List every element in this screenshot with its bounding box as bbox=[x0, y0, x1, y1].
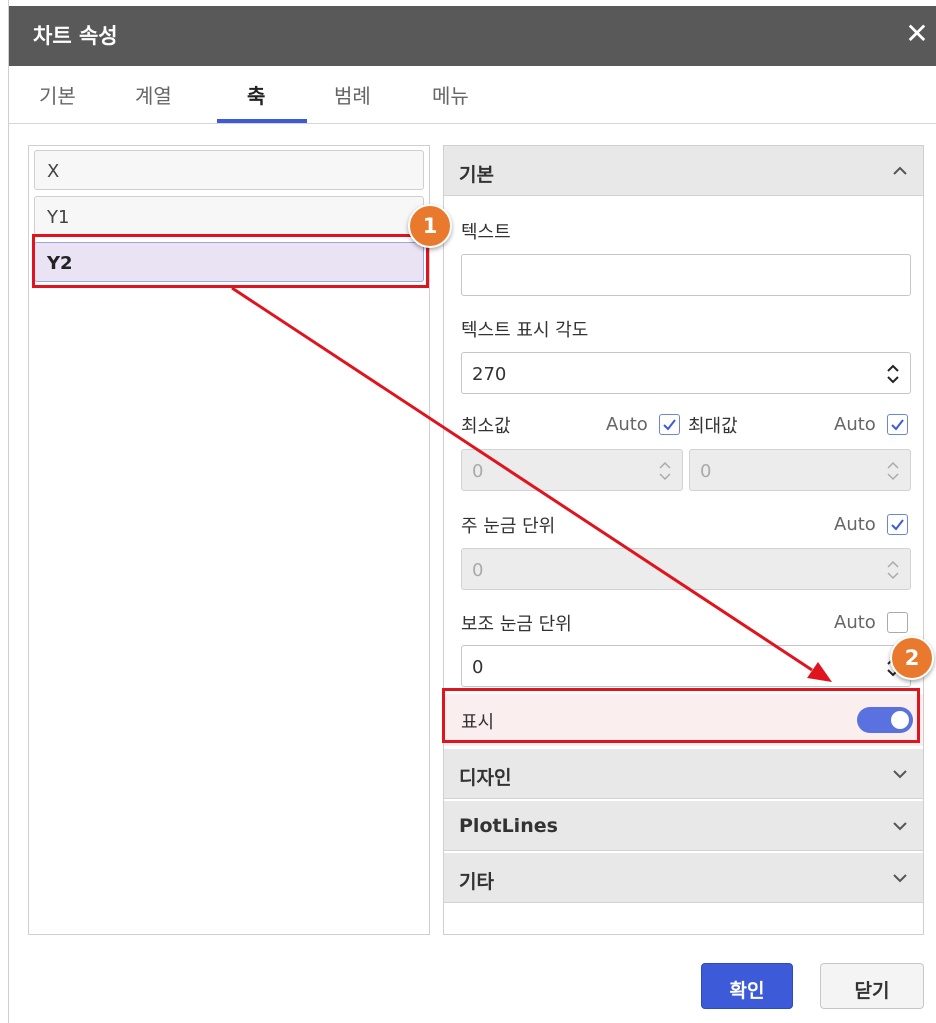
text-input[interactable] bbox=[461, 254, 911, 296]
chevron-up-icon bbox=[893, 166, 907, 175]
min-value: 0 bbox=[472, 461, 484, 482]
chevron-down-icon bbox=[893, 822, 907, 831]
text-label: 텍스트 bbox=[461, 222, 511, 243]
tab-legend[interactable]: 범례 bbox=[334, 80, 371, 109]
major-unit-input[interactable]: 0 bbox=[461, 548, 911, 590]
min-value-label: 최소값 bbox=[461, 416, 511, 437]
section-design-title: 디자인 bbox=[459, 767, 512, 789]
check-icon bbox=[891, 519, 904, 531]
text-angle-label: 텍스트 표시 각도 bbox=[461, 320, 589, 341]
check-icon bbox=[663, 419, 676, 431]
dialog-title: 차트 속성 bbox=[33, 24, 118, 48]
tab-series[interactable]: 계열 bbox=[135, 80, 172, 109]
text-angle-value: 270 bbox=[472, 364, 507, 385]
minor-auto-label: Auto bbox=[834, 612, 876, 633]
axis-properties-panel: 기본 텍스트 텍스트 표시 각도 270 최소값 Auto 최대값 Auto 0… bbox=[443, 145, 924, 935]
chevron-down-icon bbox=[893, 770, 907, 779]
spinner-icon[interactable] bbox=[886, 362, 900, 386]
section-design-header[interactable]: 디자인 bbox=[444, 749, 923, 799]
tab-axis[interactable]: 축 bbox=[247, 80, 265, 109]
chart-properties-dialog: 차트 속성 ✕ 기본 계열 축 범례 메뉴 X Y1 Y2 기본 텍스트 텍스트… bbox=[8, 0, 936, 1023]
major-auto-checkbox[interactable] bbox=[887, 514, 908, 535]
minor-unit-label: 보조 눈금 단위 bbox=[461, 614, 572, 635]
minor-auto-checkbox[interactable] bbox=[887, 612, 908, 633]
ok-button[interactable]: 확인 bbox=[701, 963, 793, 1009]
section-plotlines-title: PlotLines bbox=[459, 815, 558, 837]
section-etc-header[interactable]: 기타 bbox=[444, 853, 923, 903]
min-auto-checkbox[interactable] bbox=[659, 414, 680, 435]
dialog-titlebar: 차트 속성 ✕ bbox=[9, 6, 936, 66]
tab-basic[interactable]: 기본 bbox=[39, 80, 76, 109]
active-tab-indicator bbox=[217, 119, 307, 123]
step-2-badge: 2 bbox=[890, 636, 934, 680]
max-auto-checkbox[interactable] bbox=[887, 414, 908, 435]
max-auto-label: Auto bbox=[834, 414, 876, 435]
major-unit-label: 주 눈금 단위 bbox=[461, 516, 556, 537]
tab-menu[interactable]: 메뉴 bbox=[432, 80, 469, 109]
section-basic-header[interactable]: 기본 bbox=[444, 146, 923, 196]
spinner-icon bbox=[659, 461, 671, 481]
step-1-badge: 1 bbox=[408, 204, 452, 248]
min-auto-label: Auto bbox=[606, 414, 648, 435]
axis-item-y1[interactable]: Y1 bbox=[34, 196, 424, 236]
axis-item-x[interactable]: X bbox=[34, 150, 424, 190]
check-icon bbox=[891, 419, 904, 431]
max-value-input[interactable]: 0 bbox=[689, 449, 911, 491]
close-button[interactable]: 닫기 bbox=[820, 963, 924, 1009]
tab-bar: 기본 계열 축 범례 메뉴 bbox=[9, 66, 936, 124]
text-angle-input[interactable]: 270 bbox=[461, 352, 911, 394]
highlight-show-row bbox=[442, 688, 920, 743]
minor-unit-input[interactable]: 0 bbox=[461, 645, 911, 687]
section-basic-title: 기본 bbox=[459, 164, 494, 186]
close-icon[interactable]: ✕ bbox=[901, 18, 933, 50]
major-unit-value: 0 bbox=[472, 560, 484, 581]
major-auto-label: Auto bbox=[834, 514, 876, 535]
max-value: 0 bbox=[700, 461, 712, 482]
section-etc-title: 기타 bbox=[459, 871, 494, 893]
spinner-icon bbox=[887, 461, 899, 481]
highlight-axis-y2 bbox=[32, 234, 429, 288]
chevron-down-icon bbox=[893, 874, 907, 883]
max-value-label: 최대값 bbox=[688, 416, 738, 437]
min-value-input[interactable]: 0 bbox=[461, 449, 683, 491]
minor-unit-value: 0 bbox=[472, 657, 484, 678]
section-plotlines-header[interactable]: PlotLines bbox=[444, 801, 923, 851]
spinner-icon bbox=[887, 560, 899, 580]
